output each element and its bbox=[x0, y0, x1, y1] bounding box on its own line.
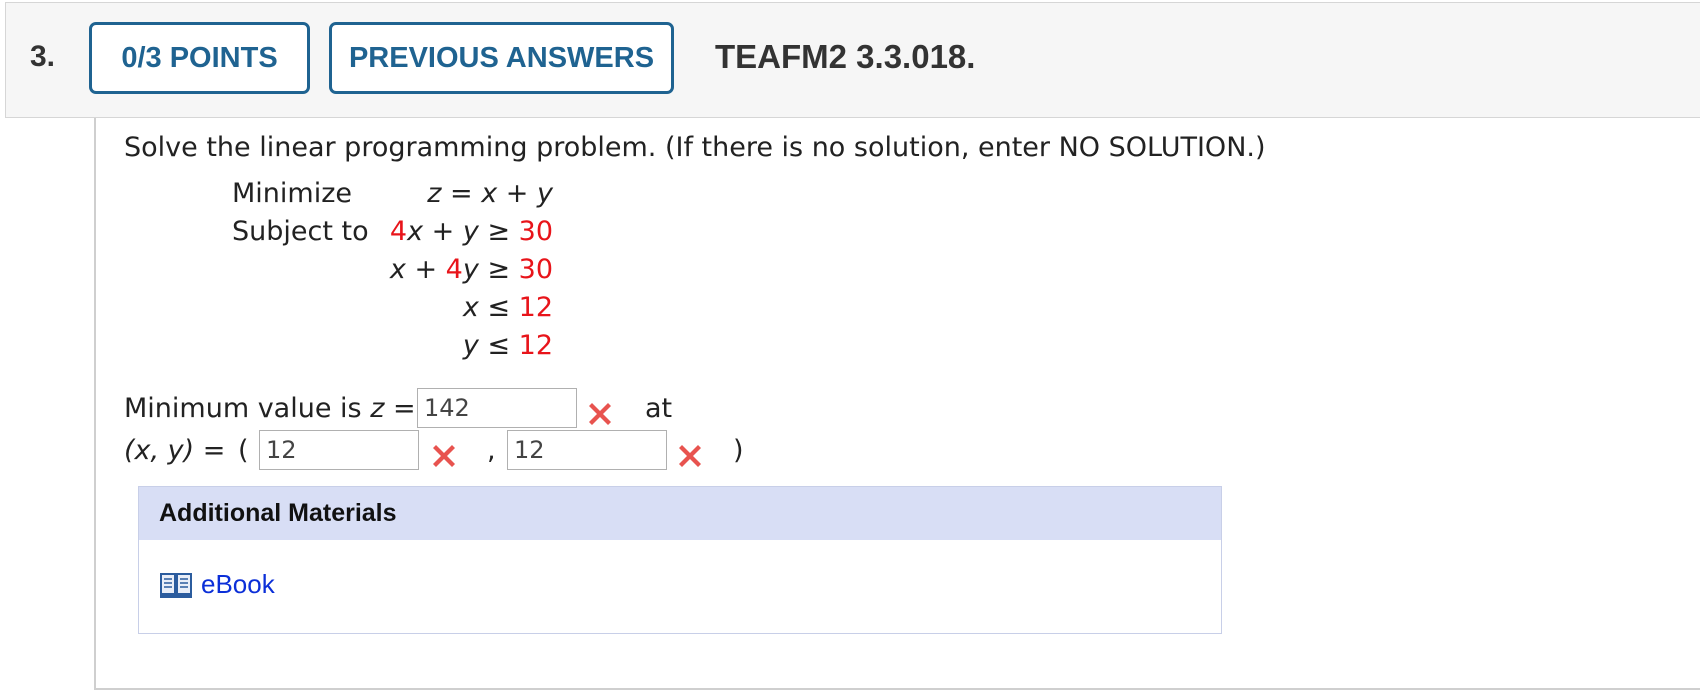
book-icon bbox=[160, 572, 192, 598]
constraint-1-coef: 4 bbox=[389, 216, 408, 247]
previous-answers-button[interactable]: PREVIOUS ANSWERS bbox=[329, 22, 674, 94]
point-label: (x, y) = bbox=[124, 435, 226, 466]
constraint-4-rhs: 12 bbox=[518, 330, 553, 361]
close-paren: ) bbox=[733, 435, 744, 466]
constraint-2-pre: x + bbox=[389, 254, 446, 285]
z-value-input[interactable]: 142 bbox=[417, 388, 577, 428]
incorrect-x-icon bbox=[589, 403, 611, 425]
z-equals: z = bbox=[370, 393, 416, 424]
incorrect-x-icon bbox=[433, 445, 455, 467]
ebook-label: eBook bbox=[201, 569, 275, 599]
min-value-label: Minimum value is z = bbox=[124, 393, 416, 424]
constraint-4-lhs: y ≤ bbox=[462, 330, 519, 361]
constraint-3-rhs: 12 bbox=[518, 292, 553, 323]
constraint-2-coef: 4 bbox=[445, 254, 463, 285]
constraint-2-post: y ≥ bbox=[462, 254, 519, 285]
problem-prompt: Solve the linear programming problem. (I… bbox=[124, 132, 1266, 163]
constraint-1: 4x + y ≥ 30 bbox=[390, 216, 553, 247]
additional-materials-heading: Additional Materials bbox=[139, 487, 1221, 540]
constraint-1-body: x + y ≥ bbox=[407, 216, 519, 247]
points-button[interactable]: 0/3 POINTS bbox=[89, 22, 310, 94]
minimize-label: Minimize bbox=[232, 178, 352, 209]
question-id: TEAFM2 3.3.018. bbox=[715, 38, 976, 75]
question-number: 3. bbox=[30, 40, 56, 73]
constraint-1-rhs: 30 bbox=[518, 216, 553, 247]
incorrect-x-icon bbox=[679, 445, 701, 467]
x-value-input[interactable]: 12 bbox=[259, 430, 419, 470]
at-label: at bbox=[645, 393, 673, 424]
constraint-3: x ≤ 12 bbox=[463, 292, 553, 323]
subject-to-label: Subject to bbox=[232, 216, 369, 247]
constraint-2: x + 4y ≥ 30 bbox=[390, 254, 553, 285]
y-value-input[interactable]: 12 bbox=[507, 430, 667, 470]
constraint-2-rhs: 30 bbox=[518, 254, 553, 285]
constraint-3-lhs: x ≤ bbox=[462, 292, 519, 323]
comma: , bbox=[487, 435, 496, 466]
constraint-4: y ≤ 12 bbox=[463, 330, 553, 361]
open-paren: ( bbox=[238, 435, 249, 466]
ebook-link[interactable]: eBook bbox=[159, 569, 275, 600]
objective-function: z = x + y bbox=[427, 178, 553, 209]
additional-materials-panel: Additional Materials eBook bbox=[138, 486, 1222, 634]
min-value-text: Minimum value is bbox=[124, 393, 362, 424]
